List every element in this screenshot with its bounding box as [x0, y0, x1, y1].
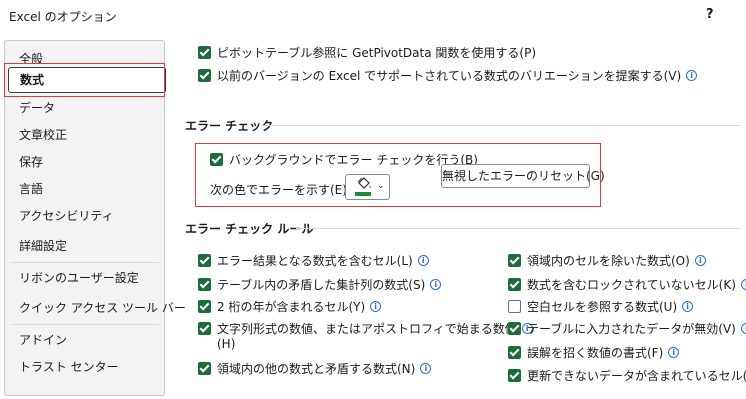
rule-label: 空白セルを参照する数式(U) [527, 300, 678, 314]
info-icon[interactable]: i [740, 323, 746, 334]
info-icon[interactable]: i [686, 70, 698, 81]
checkbox-icon[interactable] [508, 322, 521, 335]
sidebar-divider [11, 262, 159, 263]
rule-error-result[interactable]: エラー結果となる数式を含むセル(L) i [198, 252, 429, 269]
rule-misleading-number-format[interactable]: 誤解を招く数値の書式(F) i [508, 344, 680, 361]
rule-inconsistent-calc-column[interactable]: テーブル内の矛盾した集計列の数式(S) i [198, 276, 442, 293]
rule-omits-cells[interactable]: 領域内のセルを除いた数式(O) i [508, 252, 706, 269]
sidebar-item-quick-access-toolbar[interactable]: クイック アクセス ツール バー [5, 295, 186, 321]
rule-label: 2 桁の年が含まれるセル(Y) [217, 300, 366, 314]
rule-label: テーブルに入力されたデータが無効(V) [527, 322, 736, 336]
option-formula-variants[interactable]: 以前のバージョンの Excel でサポートされている数式のバリエーションを提案す… [198, 67, 698, 84]
section-title-error-checking: エラー チェック [185, 119, 274, 133]
rule-unrefreshable-data[interactable]: 更新できないデータが含まれているセル(T) i [508, 367, 746, 384]
error-color-label: 次の色でエラーを示す(E): [210, 183, 351, 197]
option-background-error-checking[interactable]: バックグラウンドでエラー チェックを行う(B) [210, 151, 478, 168]
sidebar-item-save[interactable]: 保存 [5, 149, 164, 175]
info-icon[interactable]: i [668, 347, 680, 358]
paint-bucket-icon [357, 177, 371, 189]
rule-two-digit-years[interactable]: 2 桁の年が含まれるセル(Y) i [198, 298, 382, 315]
info-icon[interactable]: i [430, 279, 442, 290]
checkbox-icon[interactable] [508, 369, 521, 382]
sidebar-item-accessibility[interactable]: アクセシビリティ [5, 203, 164, 229]
info-icon[interactable]: i [694, 255, 706, 266]
help-button[interactable]: ? [706, 7, 714, 22]
rule-label: 誤解を招く数値の書式(F) [527, 346, 664, 360]
info-icon[interactable]: i [417, 255, 429, 266]
info-icon[interactable]: i [420, 363, 432, 374]
checkbox-icon[interactable] [508, 346, 521, 359]
checkbox-icon[interactable] [210, 153, 223, 166]
rule-empty-cell-reference[interactable]: 空白セルを参照する数式(U) i [508, 298, 694, 315]
rule-invalid-table-data[interactable]: テーブルに入力されたデータが無効(V) i [508, 320, 746, 337]
checkbox-icon[interactable] [198, 322, 211, 335]
error-color-picker[interactable]: ⌄ [345, 174, 390, 200]
sidebar: 全般 数式 データ 文章校正 保存 言語 アクセシビリティ 詳細設定 リボンのユ… [4, 40, 186, 396]
sidebar-item-proofing[interactable]: 文章校正 [5, 122, 164, 148]
color-swatch [355, 192, 371, 196]
option-label: ピボットテーブル参照に GetPivotData 関数を使用する(P) [217, 46, 537, 60]
checkbox-icon[interactable] [198, 46, 211, 59]
checkbox-icon[interactable] [508, 278, 521, 291]
checkbox-icon[interactable] [198, 300, 211, 313]
option-label: 以前のバージョンの Excel でサポートされている数式のバリエーションを提案す… [217, 69, 682, 83]
rule-numbers-as-text[interactable]: 文字列形式の数値、またはアポストロフィで始まる数値 i [198, 320, 533, 337]
checkbox-icon[interactable] [508, 254, 521, 267]
option-getpivotdata[interactable]: ピボットテーブル参照に GetPivotData 関数を使用する(P) [198, 44, 536, 61]
sidebar-item-advanced[interactable]: 詳細設定 [5, 233, 164, 259]
rule-label: 領域内の他の数式と矛盾する数式(N) [217, 362, 416, 376]
sidebar-item-formulas[interactable]: 数式 [8, 67, 166, 93]
rule-inconsistent-formula[interactable]: 領域内の他の数式と矛盾する数式(N) i [198, 360, 432, 377]
checkbox-icon[interactable] [508, 300, 521, 313]
checkbox-icon[interactable] [198, 278, 211, 291]
info-icon[interactable]: i [370, 301, 382, 312]
sidebar-divider [11, 324, 159, 325]
title-bar: Excel のオプション ? [0, 0, 746, 32]
rule-label: 領域内のセルを除いた数式(O) [527, 254, 690, 268]
sidebar-item-trust-center[interactable]: トラスト センター [5, 354, 164, 380]
checkbox-icon[interactable] [198, 69, 211, 82]
section-divider [262, 125, 741, 126]
window-title: Excel のオプション [9, 10, 117, 24]
section-divider [296, 228, 741, 229]
checkbox-icon[interactable] [198, 254, 211, 267]
rule-unlocked-formula-cells[interactable]: 数式を含むロックされていないセル(K) i [508, 276, 746, 293]
rule-label: 文字列形式の数値、またはアポストロフィで始まる数値 [217, 322, 517, 336]
rule-label: エラー結果となる数式を含むセル(L) [217, 254, 413, 268]
sidebar-item-language[interactable]: 言語 [5, 176, 164, 202]
reset-ignored-errors-button[interactable]: 無視したエラーのリセット(G) [441, 164, 605, 188]
rule-label: テーブル内の矛盾した集計列の数式(S) [217, 278, 426, 292]
rule-label: 数式を含むロックされていないセル(K) [527, 278, 736, 292]
rule-label-continuation: (H) [217, 337, 236, 351]
chevron-down-icon: ⌄ [377, 181, 385, 191]
section-title-error-rules: エラー チェック ルール [185, 222, 314, 236]
checkbox-icon[interactable] [198, 362, 211, 375]
info-icon[interactable]: i [740, 279, 746, 290]
sidebar-item-data[interactable]: データ [5, 95, 164, 121]
sidebar-item-add-ins[interactable]: アドイン [5, 327, 164, 353]
info-icon[interactable]: i [682, 301, 694, 312]
rule-label: 更新できないデータが含まれているセル(T) [527, 369, 746, 383]
sidebar-item-customize-ribbon[interactable]: リボンのユーザー設定 [5, 265, 164, 291]
